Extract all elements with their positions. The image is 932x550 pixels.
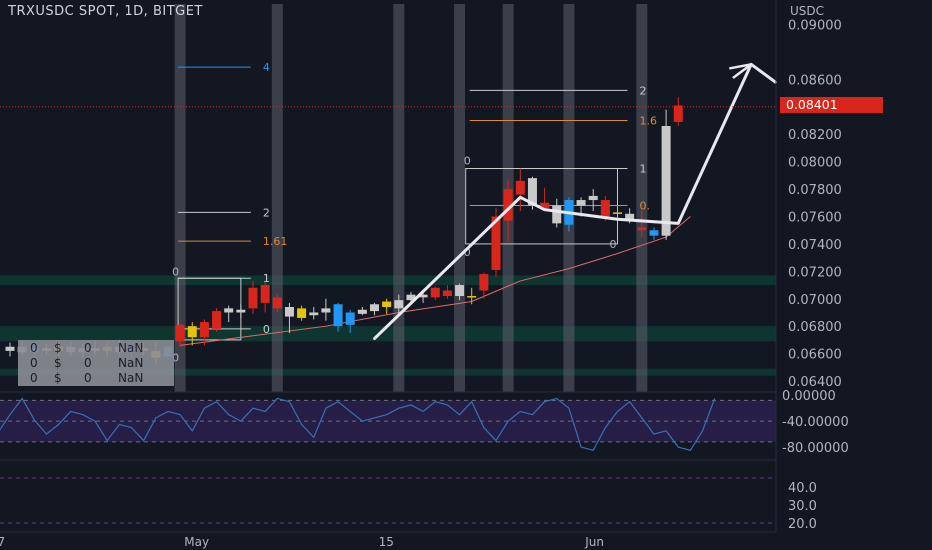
fib-box-label: 0 — [172, 265, 179, 278]
price-tick-label: 0.08600 — [788, 73, 842, 88]
price-tick-label: 0.07600 — [788, 211, 842, 226]
candle — [224, 308, 234, 313]
table-cell: NaN — [118, 371, 144, 385]
lower-tick-label: 40.0 — [788, 481, 817, 496]
time-tick-label: May — [184, 535, 209, 549]
candle — [333, 304, 343, 327]
table-cell: 0 — [84, 341, 92, 355]
time-tick-label: 17 — [0, 535, 5, 549]
price-tick-label: 0.06600 — [788, 348, 842, 363]
candle — [248, 287, 258, 309]
table-cell: $ — [54, 371, 62, 385]
candle — [673, 105, 683, 122]
candle — [297, 308, 307, 318]
vertical-band — [454, 4, 466, 392]
price-tick-label: 0.07400 — [788, 238, 842, 253]
time-tick-label: Jun — [584, 535, 604, 549]
rsi-tick-label: -40.00000 — [782, 415, 849, 430]
candle — [637, 227, 647, 231]
fib-box-label: 0 — [464, 154, 471, 167]
price-tick-label: 0.07200 — [788, 265, 842, 280]
table-cell: NaN — [118, 356, 144, 370]
candle — [175, 324, 185, 342]
support-zone — [0, 326, 776, 342]
table-row: 0 $ 0 NaN — [18, 356, 174, 371]
overlay-table: 0 $ 0 NaN 0 $ 0 NaN 0 $ 0 NaN — [18, 340, 174, 386]
price-tick-label: 0.08000 — [788, 156, 842, 171]
candle — [430, 287, 440, 298]
table-cell: 0 — [84, 371, 92, 385]
candle — [5, 346, 15, 351]
fib-level-label: 2 — [640, 84, 647, 97]
fib-level-label: 1 — [263, 272, 270, 285]
candle — [600, 200, 610, 217]
candle — [284, 306, 294, 317]
table-row: 0 $ 0 NaN — [18, 341, 174, 356]
candle — [382, 301, 392, 307]
candle — [212, 311, 222, 329]
vertical-band — [393, 4, 405, 392]
fib-level-label: 4 — [263, 61, 270, 74]
candle — [309, 312, 319, 316]
support-zone — [0, 275, 776, 286]
candle — [370, 304, 379, 312]
fib-level-label: 1.61 — [263, 235, 288, 248]
table-cell: $ — [54, 341, 62, 355]
price-tick-label: 0.08200 — [788, 128, 842, 143]
table-cell: NaN — [118, 341, 144, 355]
candle — [649, 230, 659, 236]
fib-box-label: 0 — [610, 238, 617, 251]
candle — [272, 297, 282, 309]
candle — [613, 212, 622, 214]
candle — [236, 309, 246, 313]
price-tick-label: 0.07000 — [788, 293, 842, 308]
price-tick-label: 0.07800 — [788, 183, 842, 198]
candle — [552, 205, 562, 224]
quote-unit: USDC — [790, 4, 825, 18]
candle — [455, 285, 465, 297]
table-cell: 0 — [30, 356, 38, 370]
price-tick-label: 0.06800 — [788, 320, 842, 335]
vertical-band — [271, 4, 283, 392]
symbol-title[interactable]: TRXUSDC SPOT, 1D, BITGET — [8, 4, 203, 19]
trading-chart[interactable]: 421.610.21.6110000000.090000.086000.0820… — [0, 0, 932, 550]
candle — [199, 322, 209, 338]
candle — [576, 200, 586, 206]
table-cell: 0 — [30, 341, 38, 355]
lower-tick-label: 30.0 — [788, 499, 817, 514]
table-cell: $ — [54, 356, 62, 370]
lower-tick-label: 20.0 — [788, 517, 817, 532]
candle — [187, 326, 197, 338]
table-cell: 0 — [30, 371, 38, 385]
candle — [442, 290, 452, 297]
price-tick-label: 0.06400 — [788, 375, 842, 390]
candle — [260, 285, 270, 303]
candle — [479, 274, 489, 291]
candle — [661, 126, 671, 236]
vertical-band — [636, 4, 648, 392]
fib-level-label: 1.6 — [640, 115, 658, 128]
candle — [515, 180, 525, 195]
table-row: 0 $ 0 NaN — [18, 371, 174, 386]
price-tick-label: 0.09000 — [788, 19, 842, 34]
candle — [321, 308, 331, 313]
time-tick-label: 15 — [379, 535, 394, 549]
rsi-tick-label: 0.00000 — [782, 389, 836, 404]
rsi-tick-label: -80.00000 — [782, 441, 849, 456]
candle — [588, 195, 598, 201]
fib-level-label: 1 — [640, 163, 647, 176]
candle — [357, 309, 367, 314]
fib-level-label: 2 — [263, 206, 270, 219]
last-price-tag: 0.08401 — [780, 97, 883, 113]
candle — [345, 312, 355, 325]
fib-level-label: 0. — [640, 200, 651, 213]
candle — [467, 296, 477, 298]
table-cell: 0 — [84, 356, 92, 370]
candle — [394, 300, 404, 309]
